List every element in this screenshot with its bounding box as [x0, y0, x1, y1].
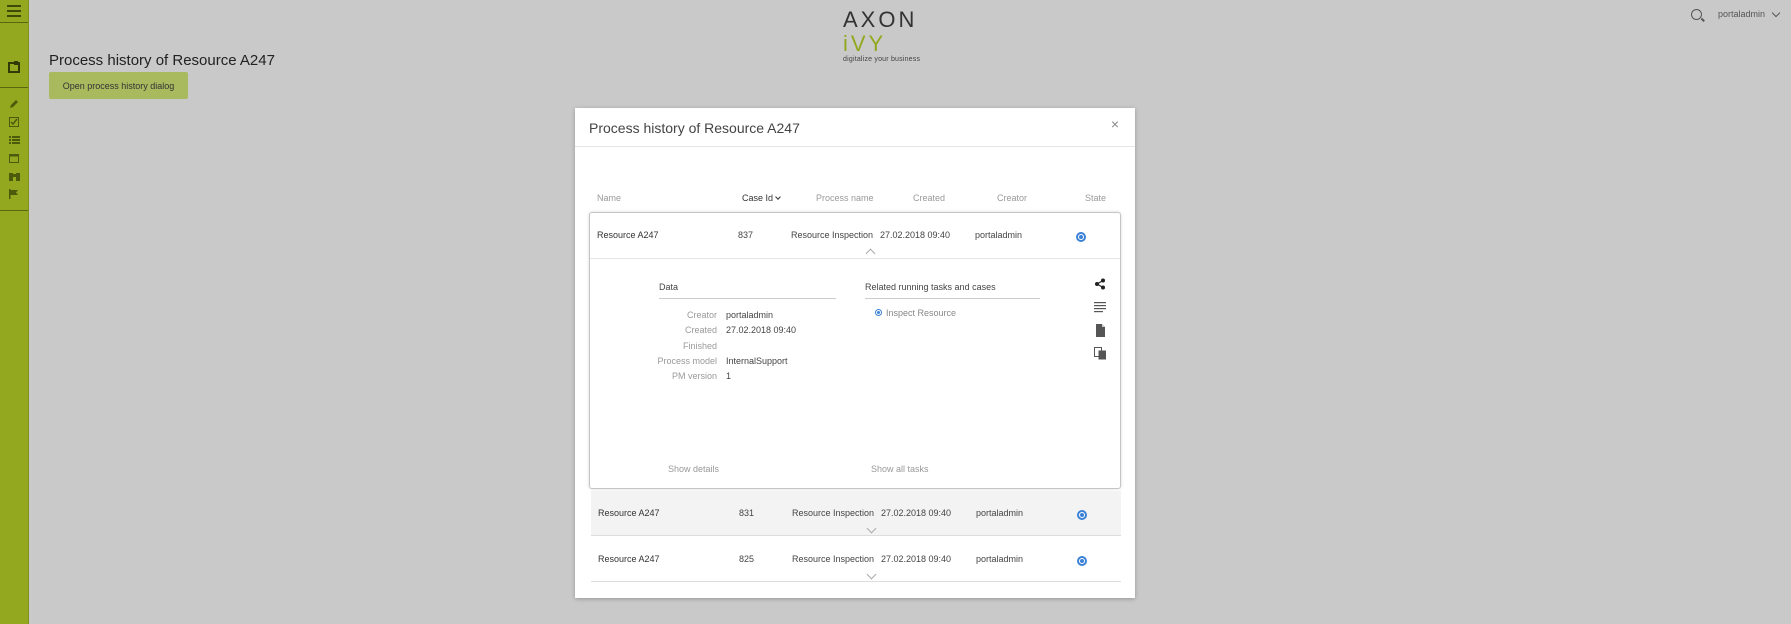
case-name: Resource A247	[598, 508, 660, 518]
process-name: Resource Inspection	[791, 230, 874, 240]
process-name: Resource Inspection	[792, 508, 875, 518]
sidebar-divider	[0, 210, 28, 211]
column-created[interactable]: Created	[913, 193, 945, 203]
sidebar	[0, 0, 29, 624]
creator: portaladmin	[975, 230, 1023, 240]
created-date: 27.02.2018 09:40	[881, 554, 952, 564]
row-divider	[591, 581, 1121, 582]
flag-icon[interactable]	[7, 189, 21, 201]
search-icon[interactable]	[1690, 8, 1702, 20]
dialog-title: Process history of Resource A247	[589, 120, 800, 136]
sidebar-divider	[0, 87, 28, 88]
column-process-name[interactable]: Process name	[816, 193, 874, 203]
column-case-id[interactable]: Case Id	[742, 193, 781, 203]
pm-version-value: 1	[726, 371, 732, 381]
page-title: Process history of Resource A247	[49, 52, 275, 69]
close-icon[interactable]: ×	[1111, 116, 1119, 132]
case-id: 825	[739, 554, 755, 564]
menu-icon[interactable]	[7, 5, 21, 17]
case-name: Resource A247	[597, 230, 659, 240]
state-running-icon	[1076, 232, 1086, 242]
axon-ivy-logo: AXON iVY digitalize your business	[843, 7, 963, 64]
row-divider	[590, 258, 1120, 259]
creator-value: portaladmin	[726, 310, 774, 320]
row-divider	[591, 535, 1121, 536]
state-running-icon	[1077, 556, 1087, 566]
creator: portaladmin	[976, 508, 1024, 518]
logo-accent: iVY	[843, 31, 887, 56]
home-icon[interactable]	[7, 61, 21, 73]
case-id: 837	[738, 230, 754, 240]
task-state-icon	[875, 309, 882, 316]
column-name[interactable]: Name	[597, 193, 621, 203]
expand-chevron-icon[interactable]	[866, 569, 877, 580]
data-section-line	[659, 298, 836, 299]
logo-text: AXON	[843, 7, 918, 32]
table-row[interactable]: Resource A247 825 Resource Inspection 27…	[591, 537, 1121, 582]
collapse-chevron-icon[interactable]	[865, 248, 876, 259]
pencil-icon[interactable]	[7, 99, 21, 111]
pm-version-label: PM version	[671, 371, 717, 381]
description-icon[interactable]	[1093, 301, 1107, 315]
sort-chevron-icon	[775, 194, 781, 200]
chevron-down-icon[interactable]	[1771, 8, 1781, 17]
case-name: Resource A247	[598, 554, 660, 564]
created-date: 27.02.2018 09:40	[880, 230, 951, 240]
creator: portaladmin	[976, 554, 1024, 564]
calendar-icon[interactable]	[7, 153, 21, 165]
dialog-divider	[575, 146, 1135, 147]
table-header: Name Case Id Process name Created Creato…	[589, 193, 1121, 207]
process-history-dialog: Process history of Resource A247 × Name …	[575, 108, 1135, 598]
process-model-label: Process model	[657, 356, 717, 366]
expand-chevron-icon[interactable]	[866, 523, 877, 534]
case-id: 831	[739, 508, 755, 518]
open-process-history-button[interactable]: Open process history dialog	[49, 72, 188, 99]
list-icon[interactable]	[7, 135, 21, 147]
document-icon[interactable]	[1093, 324, 1107, 338]
created-date: 27.02.2018 09:40	[881, 508, 952, 518]
show-details-link[interactable]: Show details	[668, 464, 719, 474]
copy-icon[interactable]	[1093, 347, 1107, 361]
created-label: Created	[684, 325, 717, 335]
column-state[interactable]: State	[1085, 193, 1106, 203]
binoculars-icon[interactable]	[7, 171, 21, 183]
sidebar-divider	[0, 22, 28, 23]
table-row[interactable]: Resource A247 831 Resource Inspection 27…	[591, 491, 1121, 536]
created-value: 27.02.2018 09:40	[726, 325, 797, 335]
task-check-icon[interactable]	[7, 117, 21, 129]
data-section-title: Data	[659, 282, 679, 292]
show-all-tasks-link[interactable]: Show all tasks	[871, 464, 929, 474]
share-icon[interactable]	[1093, 278, 1107, 292]
expanded-case-row: Resource A247 837 Resource Inspection 27…	[589, 212, 1121, 489]
process-model-value: InternalSupport	[726, 356, 788, 366]
related-section-title: Related running tasks and cases	[865, 282, 996, 292]
process-name: Resource Inspection	[792, 554, 875, 564]
state-running-icon	[1077, 510, 1087, 520]
related-section-line	[865, 298, 1040, 299]
related-task-link[interactable]: Inspect Resource	[886, 308, 956, 318]
user-area: portaladmin	[1690, 7, 1791, 21]
logo-tagline: digitalize your business	[843, 56, 921, 63]
finished-label: Finished	[682, 341, 717, 351]
column-creator[interactable]: Creator	[997, 193, 1027, 203]
creator-label: Creator	[686, 310, 717, 320]
table-row[interactable]: Resource A247 837 Resource Inspection 27…	[590, 213, 1120, 259]
user-menu[interactable]: portaladmin	[1718, 9, 1765, 19]
